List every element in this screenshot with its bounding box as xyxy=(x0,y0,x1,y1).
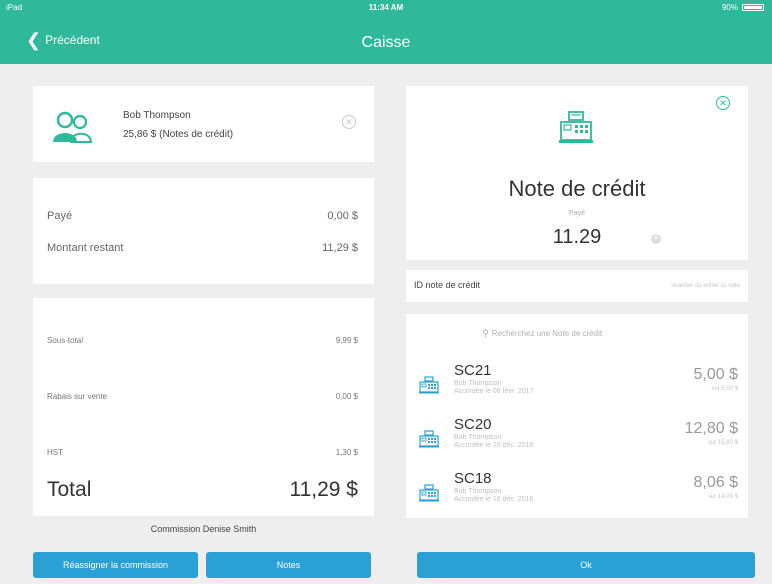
commission-label: Commission Denise Smith xyxy=(150,524,257,534)
credit-note-original: sur 5,00 $ xyxy=(711,386,738,392)
cash-register-icon xyxy=(419,376,439,394)
discount-value: 0,00 $ xyxy=(335,392,358,401)
navigation-bar: ❮ Précédent Caisse xyxy=(0,14,772,64)
close-icon[interactable]: ✕ xyxy=(716,96,730,110)
totals-card: Sous-total 9,99 $ Rabais sur vente 0,00 … xyxy=(33,298,374,516)
ok-button[interactable]: Ok xyxy=(417,552,755,578)
customers-icon xyxy=(53,111,93,143)
credit-note-customer: Bob Thompson xyxy=(454,488,502,495)
credit-note-id-label: ID note de crédit xyxy=(414,280,481,290)
battery-icon xyxy=(742,4,764,11)
credit-note-amount: 12,80 $ xyxy=(684,420,738,437)
page-title: Caisse xyxy=(361,34,411,51)
search-bar: ⚲ xyxy=(406,328,748,339)
list-item[interactable]: SC20 Bob Thompson Accordée le 20 déc. 20… xyxy=(406,416,748,462)
discount-label: Rabais sur vente xyxy=(47,392,108,401)
credit-note-amount: 8,06 $ xyxy=(693,474,738,491)
credit-note-id: SC21 xyxy=(454,362,492,379)
credit-note-date: Accordée le 20 déc. 2016 xyxy=(454,442,534,449)
credit-note-panel: ✕ Note de crédit Payé 11.29 ✕ xyxy=(406,86,748,260)
credit-note-date: Accordée le 16 déc. 2016 xyxy=(454,496,534,503)
search-input[interactable] xyxy=(491,329,672,338)
subtotal-value: 9,99 $ xyxy=(335,336,358,345)
paid-value: 0,00 $ xyxy=(327,210,358,222)
credit-note-original: sur 15,80 $ xyxy=(707,440,738,446)
remaining-label: Montant restant xyxy=(47,242,124,254)
clear-icon[interactable]: ✕ xyxy=(651,234,661,244)
credit-note-title: Note de crédit xyxy=(508,176,646,201)
search-icon: ⚲ xyxy=(482,328,489,338)
credit-note-customer: Bob Thompson xyxy=(454,434,502,441)
credit-note-amount: 5,00 $ xyxy=(693,366,738,383)
customer-card[interactable]: Bob Thompson 25,86 $ (Notes de crédit) ✕ xyxy=(33,86,374,162)
credit-note-date: Accordée le 08 févr. 2017 xyxy=(454,388,534,395)
credit-note-id: SC18 xyxy=(454,470,492,487)
payment-summary: Payé 0,00 $ Montant restant 11,29 $ xyxy=(33,178,374,284)
credit-note-id-input[interactable] xyxy=(576,278,740,294)
list-item[interactable]: SC18 Bob Thompson Accordée le 16 déc. 20… xyxy=(406,470,748,516)
status-bar: iPad 11:34 AM 90% xyxy=(0,0,772,14)
cash-register-icon xyxy=(419,484,439,502)
notes-button[interactable]: Notes xyxy=(206,552,371,578)
customer-credit: 25,86 $ (Notes de crédit) xyxy=(123,129,234,140)
credit-amount-field[interactable]: 11.29 xyxy=(406,226,748,249)
battery-percent: 90% xyxy=(721,3,738,12)
cash-register-icon xyxy=(559,111,593,143)
cash-register-icon xyxy=(419,430,439,448)
remaining-value: 11,29 $ xyxy=(322,242,358,254)
tax-value: 1,30 $ xyxy=(335,448,358,457)
credit-paid-label: Payé xyxy=(569,210,585,217)
credit-note-original: sur 14,09 $ xyxy=(707,494,738,500)
reassign-commission-button[interactable]: Réassigner la commission xyxy=(33,552,198,578)
credit-note-id-row: ID note de crédit xyxy=(406,270,748,302)
status-time: 11:34 AM xyxy=(368,3,404,12)
list-item[interactable]: SC21 Bob Thompson Accordée le 08 févr. 2… xyxy=(406,362,748,408)
total-value: 11,29 $ xyxy=(289,478,358,501)
credit-note-id: SC20 xyxy=(454,416,492,433)
remove-customer-icon[interactable]: ✕ xyxy=(342,115,356,129)
credit-note-customer: Bob Thompson xyxy=(454,380,502,387)
customer-name: Bob Thompson xyxy=(123,110,191,121)
paid-label: Payé xyxy=(47,210,73,222)
credit-note-list: ⚲ SC21 Bob Thompson Accordée le 08 févr.… xyxy=(406,314,748,518)
tax-label: HST xyxy=(47,448,63,457)
total-label: Total xyxy=(47,478,92,501)
subtotal-label: Sous-total xyxy=(47,336,84,345)
